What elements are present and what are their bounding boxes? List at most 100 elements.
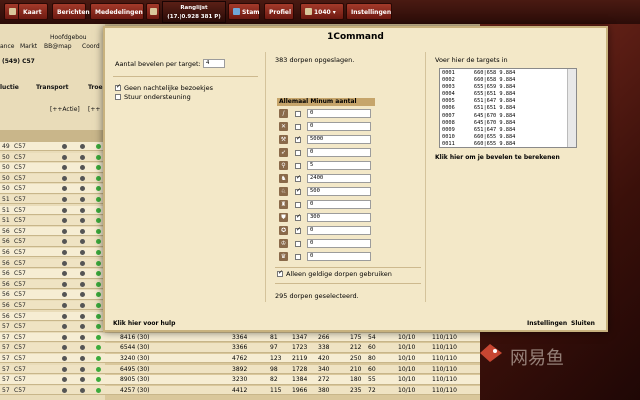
unit-checkbox[interactable] <box>295 123 301 130</box>
village-coord-label[interactable]: 56 <box>2 280 10 289</box>
premium-points-button[interactable]: 1040 ▾ <box>300 3 344 20</box>
unit-min-input[interactable]: 0 <box>307 200 371 209</box>
unit-checkbox[interactable] <box>295 253 301 260</box>
unit-checkbox[interactable] <box>295 149 301 156</box>
orders-per-target-input[interactable]: 4 <box>203 59 225 68</box>
profile-button[interactable]: Profiel <box>264 3 294 20</box>
table-cell: 60 <box>368 344 376 352</box>
table-cell: 1384 <box>292 376 308 384</box>
help-link[interactable]: Klik hier voor hulp <box>113 320 175 327</box>
unit-min-input[interactable]: 500 <box>307 187 371 196</box>
village-coord-label[interactable]: 50 <box>2 184 10 193</box>
village-coord-label[interactable]: 56 <box>2 259 10 268</box>
unit-min-input[interactable]: 0 <box>307 252 371 261</box>
table-cell: 175 <box>350 333 362 341</box>
village-name[interactable]: (549) C57 <box>2 58 35 65</box>
unit-checkbox[interactable] <box>295 240 301 247</box>
status-dot <box>80 218 85 224</box>
scroll-icon-button[interactable] <box>146 3 160 20</box>
map-button[interactable]: Kaart <box>18 3 48 20</box>
tribe-button[interactable]: Stam <box>228 3 260 20</box>
notifications-button[interactable]: Mededelingen <box>90 3 144 20</box>
coord-link[interactable]: Coord <box>82 43 100 50</box>
settings-link[interactable]: Instellingen <box>527 320 567 327</box>
table-cell: 180 <box>350 376 362 384</box>
troops-tab[interactable]: Troe <box>88 84 103 91</box>
table-cell: 82 <box>270 376 278 384</box>
unit-min-input[interactable]: 0 <box>307 148 371 157</box>
village-coord-label[interactable]: 56 <box>2 237 10 246</box>
ranking-button[interactable]: Ranglijst (17.|0.928 381 P) <box>162 1 226 23</box>
unit-checkbox[interactable] <box>295 188 301 195</box>
market-link[interactable]: Markt <box>20 43 37 50</box>
bbmap-link[interactable]: BB@map <box>44 43 72 50</box>
village-coord-label[interactable]: 57 <box>2 343 10 352</box>
only-valid-checkbox[interactable] <box>277 271 283 277</box>
catapult-icon: ✪ <box>279 226 288 235</box>
unit-min-input[interactable]: 5000 <box>307 135 371 144</box>
village-coord-label[interactable]: 56 <box>2 227 10 236</box>
no-night-checkbox[interactable] <box>115 85 121 91</box>
close-link[interactable]: Sluiten <box>571 320 595 327</box>
village-coord-label[interactable]: 57 <box>2 365 10 374</box>
table-cell: 8416 (30) <box>120 333 150 341</box>
unit-min-input[interactable]: 2400 <box>307 174 371 183</box>
unit-checkbox[interactable] <box>295 136 301 143</box>
unit-checkbox[interactable] <box>295 201 301 208</box>
send-support-checkbox[interactable] <box>115 94 121 100</box>
table-row[interactable]: 57 C57 8416 (30) 3364 81 1347 266 175 54 10/10 110… <box>0 332 480 343</box>
unit-min-input[interactable]: 0 <box>307 226 371 235</box>
village-coord-label[interactable]: 50 <box>2 153 10 162</box>
main-building-link[interactable]: Hoofdgebou <box>50 34 87 41</box>
calculate-orders-link[interactable]: Klik hier om je bevelen te berekenen <box>435 154 560 161</box>
village-coord-label[interactable]: 57 <box>2 333 10 342</box>
village-coord-label[interactable]: 57 <box>2 386 10 395</box>
unit-checkbox[interactable] <box>295 214 301 221</box>
village-coord-label[interactable]: 50 <box>2 163 10 172</box>
village-coord-label[interactable]: 57 <box>2 322 10 331</box>
alliance-link[interactable]: ance <box>0 43 14 50</box>
village-coord-label[interactable]: 57 <box>2 354 10 363</box>
settings-button[interactable]: Instellingen <box>346 3 392 20</box>
village-coord-label[interactable]: 56 <box>2 269 10 278</box>
table-row[interactable]: 57 C57 4257 (30) 4412 115 1966 380 235 72 10/10 11… <box>0 385 480 396</box>
village-coord-label[interactable]: 56 <box>2 301 10 310</box>
textarea-scrollbar[interactable] <box>567 69 576 147</box>
table-row[interactable]: 57 C57 6495 (30) 3892 98 1728 340 210 60 10/10 110… <box>0 364 480 374</box>
village-coord-label[interactable]: 56 <box>2 290 10 299</box>
village-coord-label[interactable]: 57 <box>2 375 10 384</box>
village-coord-label[interactable]: 56 <box>2 312 10 321</box>
table-cell: 8905 (30) <box>120 376 150 384</box>
transport-tab[interactable]: Transport <box>36 84 69 91</box>
target-line: 0004 655|651 9.884 <box>442 91 516 98</box>
unit-checkbox[interactable] <box>295 175 301 182</box>
village-coord-label[interactable]: 56 <box>2 248 10 257</box>
profile-label: Profiel <box>269 9 292 16</box>
village-coord-label[interactable]: 51 <box>2 216 10 225</box>
village-coord-label[interactable]: 50 <box>2 174 10 183</box>
add-link[interactable]: [++ <box>88 106 100 113</box>
unit-checkbox[interactable] <box>295 227 301 234</box>
unit-min-input[interactable]: 0 <box>307 109 371 118</box>
village-coord-label[interactable]: 51 <box>2 206 10 215</box>
village-coord-label[interactable]: 49 <box>2 142 10 151</box>
target-line: 0002 660|658 9.884 <box>442 77 516 84</box>
table-row[interactable]: 57 C57 3240 (30) 4762 123 2119 420 250 80 10/10 11… <box>0 354 480 364</box>
unit-checkbox[interactable] <box>295 110 301 117</box>
add-action-link[interactable]: [++Actie] <box>50 106 80 113</box>
table-cell: 1728 <box>292 365 308 373</box>
unit-min-input[interactable]: 0 <box>307 122 371 131</box>
unit-min-input[interactable]: 5 <box>307 161 371 170</box>
table-cell: 338 <box>318 344 330 352</box>
table-row[interactable]: 57 C57 8905 (30) 3230 82 1384 272 180 55 10/10 110… <box>0 375 480 385</box>
production-tab[interactable]: luctie <box>0 84 19 91</box>
ram-icon: ⛊ <box>279 213 288 222</box>
table-cell: 10/10 <box>398 344 416 352</box>
village-coord-label[interactable]: 51 <box>2 195 10 204</box>
messages-button[interactable]: Berichten <box>52 3 90 20</box>
table-row[interactable]: 57 C57 6544 (30) 3366 97 1723 338 212 60 10/10 110… <box>0 343 480 353</box>
unit-min-input[interactable]: 0 <box>307 239 371 248</box>
unit-min-input[interactable]: 300 <box>307 213 371 222</box>
targets-textarea[interactable]: 0001 660|658 9.884 0002 660|658 9.884 0003… <box>439 68 577 148</box>
unit-checkbox[interactable] <box>295 162 301 169</box>
